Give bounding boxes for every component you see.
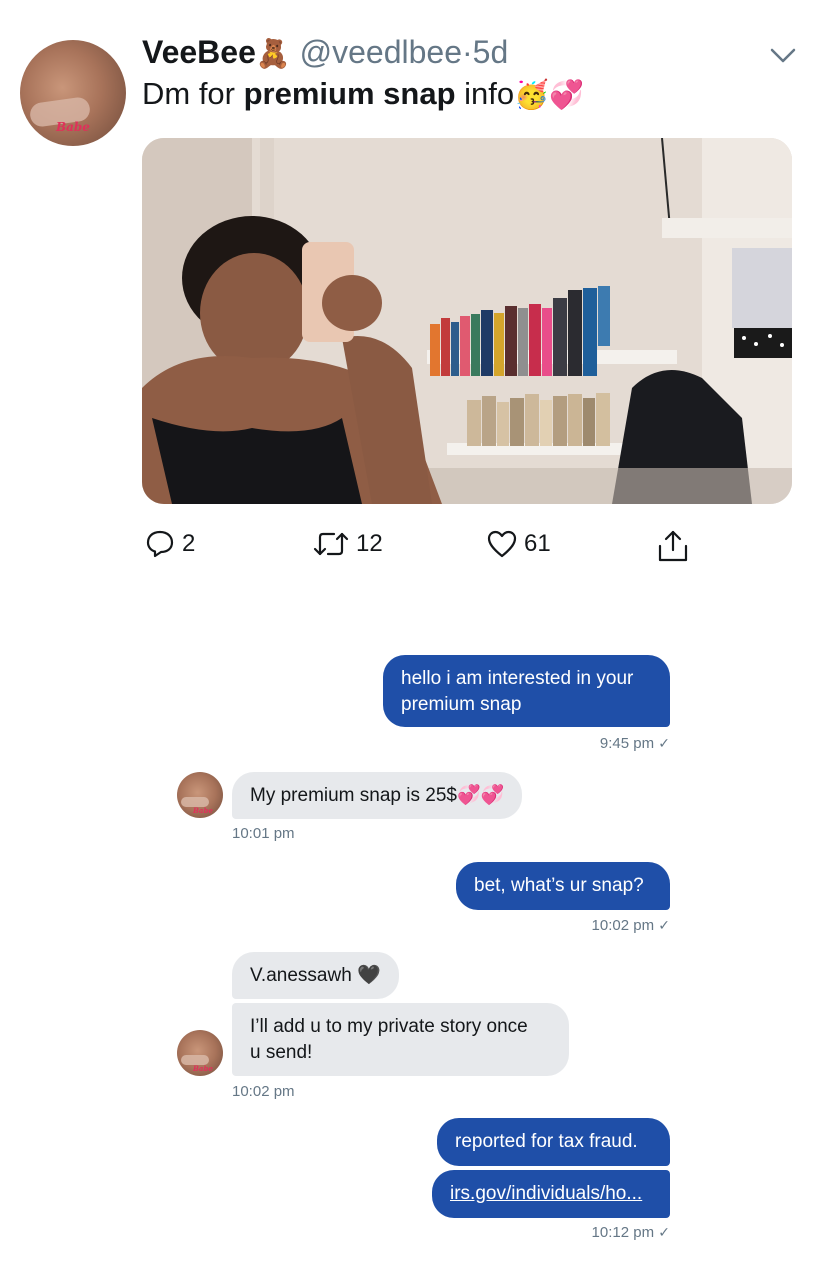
retweet-icon <box>313 532 349 556</box>
reply-count: 2 <box>182 530 196 557</box>
read-check-icon: ✓ <box>658 735 670 751</box>
user-handle[interactable]: @veedlbee <box>300 34 462 70</box>
message-timestamp: 10:02 pm ✓ <box>591 917 670 934</box>
party-heart-emojis: 🥳💞 <box>514 78 584 111</box>
chevron-down-icon[interactable] <box>768 40 798 70</box>
share-button[interactable] <box>656 528 690 564</box>
message-timestamp: 10:02 pm <box>232 1083 295 1100</box>
reply-icon <box>146 530 174 558</box>
sent-message[interactable]: reported for tax fraud. <box>437 1118 670 1166</box>
tweet-photo[interactable] <box>142 138 792 504</box>
separator-dot: · <box>462 34 473 70</box>
sent-link-message[interactable]: irs.gov/individuals/ho... <box>432 1170 670 1218</box>
sent-message[interactable]: bet, what’s ur snap? <box>456 862 670 910</box>
like-count: 61 <box>524 530 551 557</box>
teddy-bear-emoji: 🧸 <box>255 37 291 70</box>
retweet-count: 12 <box>356 530 383 557</box>
display-name[interactable]: VeeBee <box>142 34 256 70</box>
message-timestamp: 10:01 pm <box>232 825 295 842</box>
message-timestamp: 9:45 pm ✓ <box>599 735 670 752</box>
sent-message[interactable]: hello i am interested in your premium sn… <box>383 655 670 727</box>
tweet-header: VeeBee🧸 @veedlbee·5d <box>142 32 742 74</box>
tweet-age: 5d <box>472 34 509 70</box>
read-check-icon: ✓ <box>658 917 670 933</box>
share-icon <box>658 530 688 562</box>
sender-avatar[interactable]: Babe <box>177 1030 223 1076</box>
tweet-action-bar: 2 12 61 <box>0 528 833 568</box>
tweet-bold-text: premium snap <box>243 76 456 111</box>
author-avatar[interactable]: Babe <box>20 40 126 146</box>
reply-button[interactable]: 2 <box>144 528 195 560</box>
received-message[interactable]: My premium snap is 25$💞💞 <box>232 772 523 819</box>
tweet-text: Dm for premium snap info🥳💞 <box>142 76 584 111</box>
received-message[interactable]: V.anessawh 🖤 <box>232 952 399 999</box>
received-message[interactable]: I’ll add u to my private story once u se… <box>232 1003 569 1076</box>
read-check-icon: ✓ <box>658 1224 670 1240</box>
screen: Babe VeeBee🧸 @veedlbee·5d Dm for premium… <box>0 0 833 1280</box>
sender-avatar[interactable]: Babe <box>177 772 223 818</box>
retweet-button[interactable]: 12 <box>312 528 383 560</box>
heart-icon <box>487 530 517 558</box>
photo-illustration <box>142 138 792 504</box>
avatar-text: Babe <box>56 120 90 134</box>
message-timestamp: 10:12 pm ✓ <box>591 1224 670 1241</box>
like-button[interactable]: 61 <box>486 528 551 560</box>
